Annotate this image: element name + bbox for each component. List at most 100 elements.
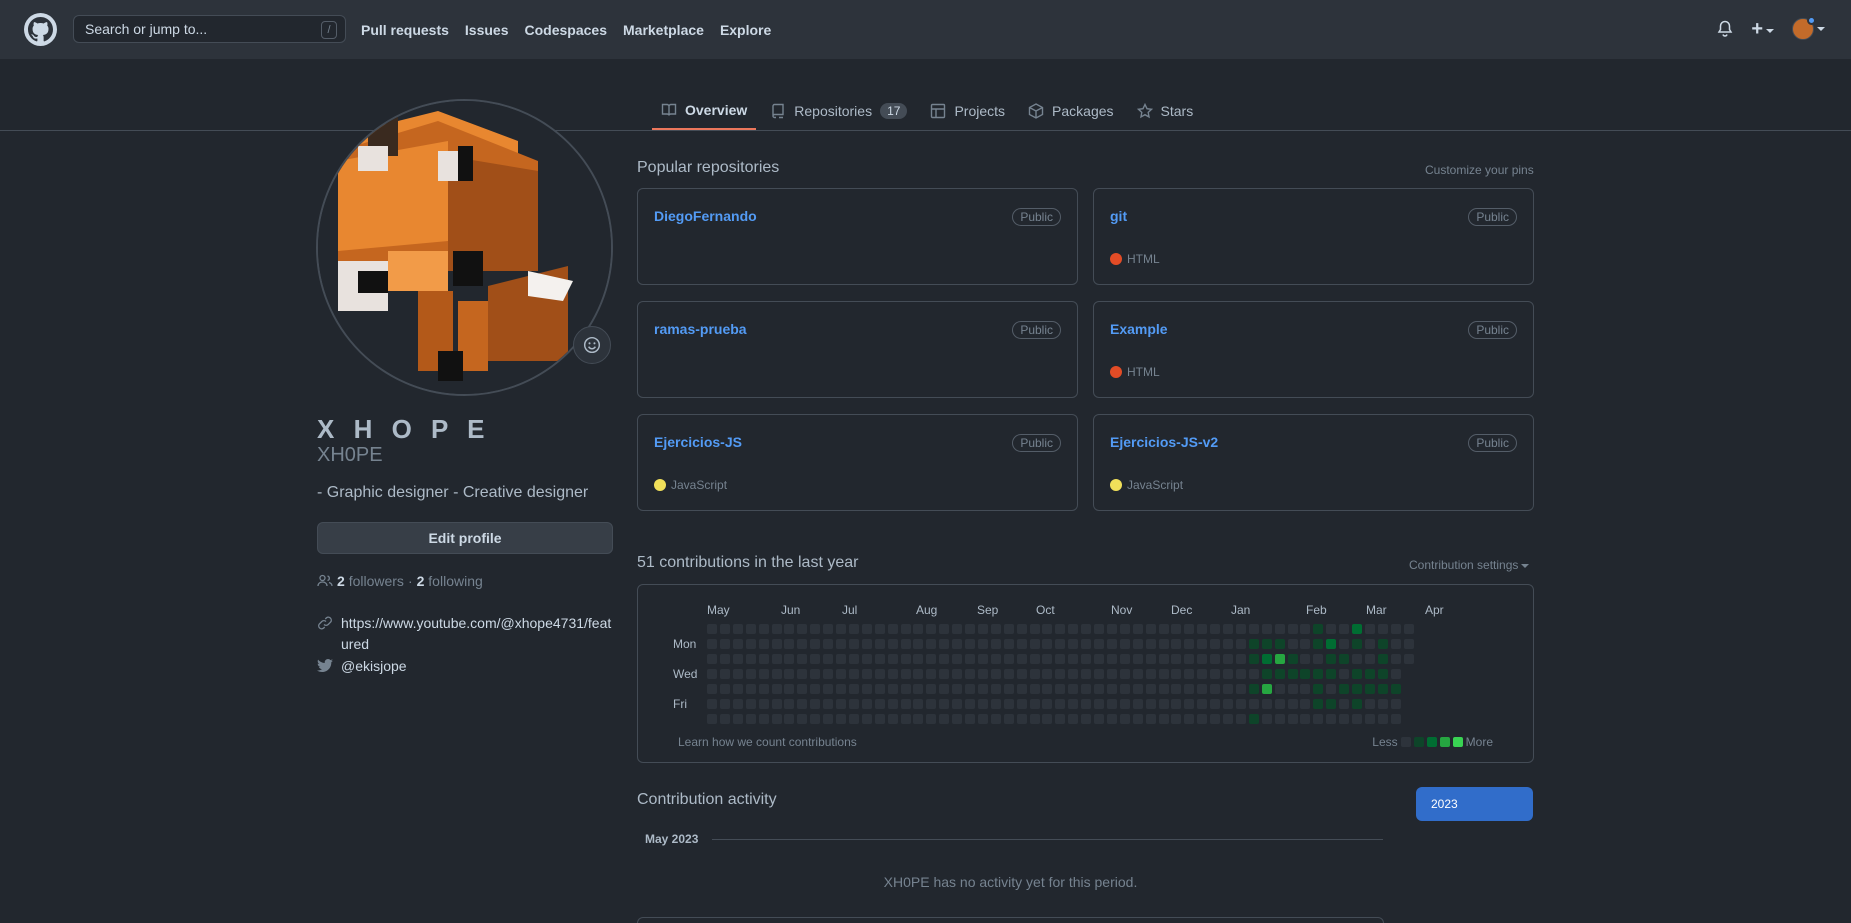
contribution-day-cell[interactable] — [1210, 639, 1221, 649]
contribution-day-cell[interactable] — [848, 624, 859, 634]
contribution-day-cell[interactable] — [1197, 669, 1208, 679]
contribution-day-cell[interactable] — [1235, 654, 1246, 664]
twitter-link[interactable]: @ekisjope — [341, 658, 407, 674]
contribution-day-cell[interactable] — [952, 684, 963, 694]
contribution-day-cell[interactable] — [810, 624, 821, 634]
contribution-day-cell[interactable] — [1158, 669, 1169, 679]
contribution-day-cell[interactable] — [900, 639, 911, 649]
nav-issues[interactable]: Issues — [465, 22, 509, 38]
contribution-day-cell[interactable] — [1029, 699, 1040, 709]
contribution-day-cell[interactable] — [1364, 714, 1375, 724]
create-new-button[interactable]: + — [1751, 19, 1774, 39]
contribution-day-cell[interactable] — [1274, 654, 1285, 664]
contribution-day-cell[interactable] — [887, 624, 898, 634]
contribution-day-cell[interactable] — [1106, 714, 1117, 724]
contribution-day-cell[interactable] — [784, 699, 795, 709]
contribution-day-cell[interactable] — [1029, 684, 1040, 694]
contribution-day-cell[interactable] — [977, 669, 988, 679]
contribution-day-cell[interactable] — [913, 684, 924, 694]
contribution-day-cell[interactable] — [965, 684, 975, 694]
contribution-day-cell[interactable] — [861, 699, 872, 709]
nav-pull-requests[interactable]: Pull requests — [361, 22, 449, 38]
contribution-day-cell[interactable] — [1081, 639, 1092, 649]
contribution-day-cell[interactable] — [1132, 714, 1143, 724]
tab-packages[interactable]: Packages — [1019, 92, 1122, 130]
contribution-day-cell[interactable] — [1287, 684, 1298, 694]
contribution-day-cell[interactable] — [1235, 639, 1246, 649]
contribution-day-cell[interactable] — [1403, 624, 1414, 634]
contribution-day-cell[interactable] — [719, 654, 730, 664]
contribution-day-cell[interactable] — [1158, 654, 1169, 664]
contribution-day-cell[interactable] — [1042, 684, 1053, 694]
contribution-day-cell[interactable] — [1197, 624, 1208, 634]
contribution-day-cell[interactable] — [719, 684, 730, 694]
contribution-day-cell[interactable] — [1016, 639, 1027, 649]
contribution-day-cell[interactable] — [1300, 654, 1311, 664]
contribution-day-cell[interactable] — [1261, 654, 1272, 664]
contribution-day-cell[interactable] — [977, 639, 988, 649]
contribution-day-cell[interactable] — [1094, 669, 1104, 679]
contribution-day-cell[interactable] — [1210, 624, 1221, 634]
contribution-day-cell[interactable] — [758, 684, 769, 694]
contribution-day-cell[interactable] — [913, 714, 924, 724]
contribution-day-cell[interactable] — [1158, 699, 1169, 709]
contribution-day-cell[interactable] — [719, 699, 730, 709]
contribution-day-cell[interactable] — [1390, 714, 1401, 724]
contribution-day-cell[interactable] — [1197, 639, 1208, 649]
contribution-day-cell[interactable] — [952, 654, 963, 664]
contribution-day-cell[interactable] — [707, 654, 717, 664]
contribution-day-cell[interactable] — [1197, 699, 1208, 709]
contribution-day-cell[interactable] — [939, 684, 950, 694]
contribution-day-cell[interactable] — [707, 684, 717, 694]
contribution-day-cell[interactable] — [1326, 684, 1337, 694]
contribution-day-cell[interactable] — [823, 624, 834, 634]
contribution-day-cell[interactable] — [1119, 624, 1130, 634]
contribution-day-cell[interactable] — [861, 639, 872, 649]
contribution-day-cell[interactable] — [1339, 624, 1350, 634]
contribution-day-cell[interactable] — [771, 669, 782, 679]
contribution-day-cell[interactable] — [836, 684, 846, 694]
contribution-day-cell[interactable] — [1016, 624, 1027, 634]
contribution-day-cell[interactable] — [1106, 669, 1117, 679]
contribution-day-cell[interactable] — [784, 639, 795, 649]
contribution-day-cell[interactable] — [823, 699, 834, 709]
user-menu-button[interactable] — [1792, 16, 1825, 40]
contribution-day-cell[interactable] — [1364, 654, 1375, 664]
contribution-day-cell[interactable] — [1339, 669, 1350, 679]
contribution-day-cell[interactable] — [1287, 639, 1298, 649]
contribution-day-cell[interactable] — [1068, 699, 1079, 709]
contribution-day-cell[interactable] — [1119, 699, 1130, 709]
contribution-day-cell[interactable] — [887, 714, 898, 724]
repo-name-link[interactable]: git — [1110, 208, 1127, 224]
contribution-day-cell[interactable] — [1235, 699, 1246, 709]
contribution-day-cell[interactable] — [1377, 714, 1388, 724]
contribution-day-cell[interactable] — [1055, 684, 1066, 694]
contribution-day-cell[interactable] — [1197, 684, 1208, 694]
contribution-day-cell[interactable] — [1326, 654, 1337, 664]
contribution-day-cell[interactable] — [1197, 714, 1208, 724]
contribution-day-cell[interactable] — [1377, 624, 1388, 634]
contribution-day-cell[interactable] — [1313, 669, 1324, 679]
contribution-day-cell[interactable] — [771, 684, 782, 694]
contribution-day-cell[interactable] — [1119, 639, 1130, 649]
contribution-day-cell[interactable] — [797, 669, 808, 679]
repo-name-link[interactable]: Ejercicios-JS-v2 — [1110, 434, 1218, 450]
contribution-day-cell[interactable] — [1326, 714, 1337, 724]
contribution-day-cell[interactable] — [900, 624, 911, 634]
contribution-day-cell[interactable] — [1003, 699, 1014, 709]
contribution-day-cell[interactable] — [784, 684, 795, 694]
contribution-day-cell[interactable] — [1081, 699, 1092, 709]
contribution-day-cell[interactable] — [1390, 669, 1401, 679]
contribution-day-cell[interactable] — [939, 714, 950, 724]
contribution-day-cell[interactable] — [1171, 684, 1182, 694]
contribution-day-cell[interactable] — [1248, 624, 1259, 634]
contribution-day-cell[interactable] — [1261, 639, 1272, 649]
contribution-day-cell[interactable] — [952, 714, 963, 724]
contribution-day-cell[interactable] — [1132, 699, 1143, 709]
contribution-day-cell[interactable] — [732, 654, 743, 664]
contribution-day-cell[interactable] — [1364, 699, 1375, 709]
contribution-day-cell[interactable] — [771, 699, 782, 709]
contribution-day-cell[interactable] — [952, 639, 963, 649]
contribution-day-cell[interactable] — [1377, 654, 1388, 664]
contribution-day-cell[interactable] — [1003, 624, 1014, 634]
